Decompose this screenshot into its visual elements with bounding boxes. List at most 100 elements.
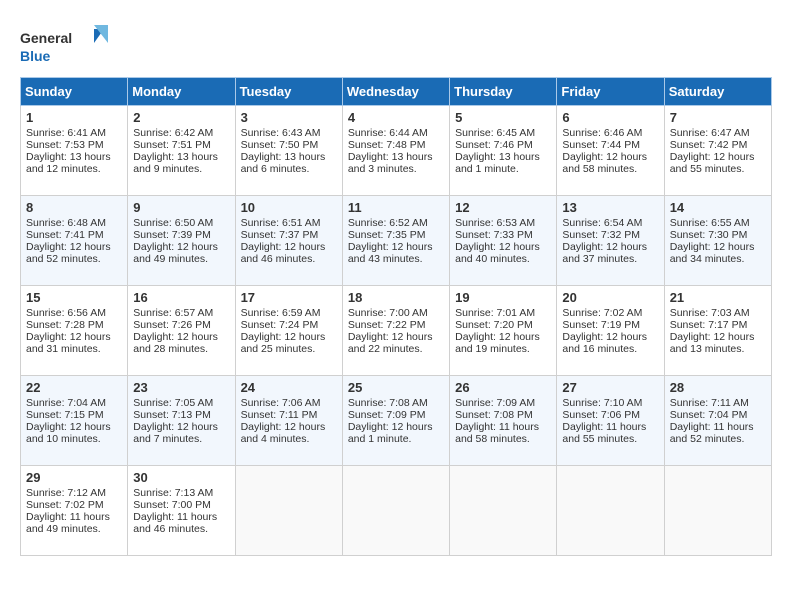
day-header-sunday: Sunday [21,78,128,106]
day-info-line: Sunset: 7:13 PM [133,409,229,421]
day-info-line: and 28 minutes. [133,343,229,355]
day-info-line: Daylight: 12 hours [26,241,122,253]
day-info-line: and 58 minutes. [455,433,551,445]
page-header: General Blue [20,20,772,67]
day-info-line: and 13 minutes. [670,343,766,355]
day-info-line: Sunset: 7:22 PM [348,319,444,331]
day-info-line: Daylight: 13 hours [241,151,337,163]
calendar-cell: 5Sunrise: 6:45 AMSunset: 7:46 PMDaylight… [450,106,557,196]
day-info-line: Daylight: 12 hours [26,421,122,433]
day-header-wednesday: Wednesday [342,78,449,106]
day-number: 6 [562,110,658,125]
day-info-line: Daylight: 13 hours [455,151,551,163]
day-number: 10 [241,200,337,215]
day-info-line: Sunrise: 7:04 AM [26,397,122,409]
day-info-line: Sunset: 7:44 PM [562,139,658,151]
day-number: 21 [670,290,766,305]
day-info-line: Daylight: 13 hours [133,151,229,163]
day-info-line: and 34 minutes. [670,253,766,265]
day-info-line: Daylight: 12 hours [26,331,122,343]
day-info-line: Sunset: 7:24 PM [241,319,337,331]
day-info-line: Sunrise: 6:47 AM [670,127,766,139]
day-info-line: Daylight: 11 hours [133,511,229,523]
calendar-body: 1Sunrise: 6:41 AMSunset: 7:53 PMDaylight… [21,106,772,556]
day-number: 13 [562,200,658,215]
calendar-cell: 19Sunrise: 7:01 AMSunset: 7:20 PMDayligh… [450,286,557,376]
day-info-line: and 58 minutes. [562,163,658,175]
day-info-line: Daylight: 13 hours [26,151,122,163]
day-info-line: and 4 minutes. [241,433,337,445]
calendar-cell: 9Sunrise: 6:50 AMSunset: 7:39 PMDaylight… [128,196,235,286]
calendar-cell: 10Sunrise: 6:51 AMSunset: 7:37 PMDayligh… [235,196,342,286]
day-info-line: Sunset: 7:26 PM [133,319,229,331]
day-info-line: Sunrise: 6:50 AM [133,217,229,229]
day-info-line: Sunset: 7:00 PM [133,499,229,511]
day-number: 5 [455,110,551,125]
calendar-cell: 11Sunrise: 6:52 AMSunset: 7:35 PMDayligh… [342,196,449,286]
day-info-line: Sunrise: 7:02 AM [562,307,658,319]
day-info-line: and 1 minute. [348,433,444,445]
day-info-line: and 7 minutes. [133,433,229,445]
day-info-line: Sunset: 7:51 PM [133,139,229,151]
day-info-line: Daylight: 12 hours [348,421,444,433]
day-info-line: Sunrise: 7:05 AM [133,397,229,409]
day-info-line: and 3 minutes. [348,163,444,175]
day-info-line: Sunset: 7:50 PM [241,139,337,151]
calendar-cell: 26Sunrise: 7:09 AMSunset: 7:08 PMDayligh… [450,376,557,466]
day-header-saturday: Saturday [664,78,771,106]
svg-text:General: General [20,30,72,46]
day-info-line: and 22 minutes. [348,343,444,355]
day-number: 18 [348,290,444,305]
day-number: 25 [348,380,444,395]
day-info-line: and 1 minute. [455,163,551,175]
calendar-cell: 27Sunrise: 7:10 AMSunset: 7:06 PMDayligh… [557,376,664,466]
day-number: 4 [348,110,444,125]
day-info-line: and 25 minutes. [241,343,337,355]
calendar-cell: 4Sunrise: 6:44 AMSunset: 7:48 PMDaylight… [342,106,449,196]
logo: General Blue [20,25,110,67]
day-info-line: Sunrise: 7:03 AM [670,307,766,319]
day-info-line: Sunrise: 6:43 AM [241,127,337,139]
day-info-line: Daylight: 12 hours [241,241,337,253]
day-number: 26 [455,380,551,395]
calendar-cell: 13Sunrise: 6:54 AMSunset: 7:32 PMDayligh… [557,196,664,286]
day-info-line: and 52 minutes. [670,433,766,445]
day-number: 7 [670,110,766,125]
day-info-line: Sunrise: 7:10 AM [562,397,658,409]
day-info-line: Daylight: 12 hours [133,421,229,433]
day-info-line: Sunset: 7:19 PM [562,319,658,331]
calendar-cell: 7Sunrise: 6:47 AMSunset: 7:42 PMDaylight… [664,106,771,196]
day-info-line: Sunrise: 7:06 AM [241,397,337,409]
day-info-line: Sunrise: 7:11 AM [670,397,766,409]
day-number: 1 [26,110,122,125]
day-info-line: Daylight: 12 hours [670,241,766,253]
calendar-cell: 23Sunrise: 7:05 AMSunset: 7:13 PMDayligh… [128,376,235,466]
day-number: 2 [133,110,229,125]
calendar-cell: 29Sunrise: 7:12 AMSunset: 7:02 PMDayligh… [21,466,128,556]
calendar-cell: 3Sunrise: 6:43 AMSunset: 7:50 PMDaylight… [235,106,342,196]
day-info-line: Sunrise: 6:52 AM [348,217,444,229]
day-info-line: Sunset: 7:15 PM [26,409,122,421]
day-number: 30 [133,470,229,485]
day-info-line: and 6 minutes. [241,163,337,175]
day-info-line: Sunrise: 7:01 AM [455,307,551,319]
day-info-line: Sunrise: 6:56 AM [26,307,122,319]
day-info-line: Sunset: 7:35 PM [348,229,444,241]
calendar-header-row: SundayMondayTuesdayWednesdayThursdayFrid… [21,78,772,106]
calendar-cell [235,466,342,556]
calendar-week-row: 8Sunrise: 6:48 AMSunset: 7:41 PMDaylight… [21,196,772,286]
day-number: 9 [133,200,229,215]
calendar-cell [450,466,557,556]
day-info-line: and 19 minutes. [455,343,551,355]
day-info-line: Sunset: 7:32 PM [562,229,658,241]
day-info-line: and 10 minutes. [26,433,122,445]
calendar-cell: 28Sunrise: 7:11 AMSunset: 7:04 PMDayligh… [664,376,771,466]
day-number: 19 [455,290,551,305]
calendar-cell: 30Sunrise: 7:13 AMSunset: 7:00 PMDayligh… [128,466,235,556]
day-info-line: Sunset: 7:02 PM [26,499,122,511]
day-info-line: Sunrise: 6:46 AM [562,127,658,139]
day-info-line: and 49 minutes. [133,253,229,265]
day-info-line: Sunrise: 7:08 AM [348,397,444,409]
day-number: 14 [670,200,766,215]
day-info-line: and 9 minutes. [133,163,229,175]
